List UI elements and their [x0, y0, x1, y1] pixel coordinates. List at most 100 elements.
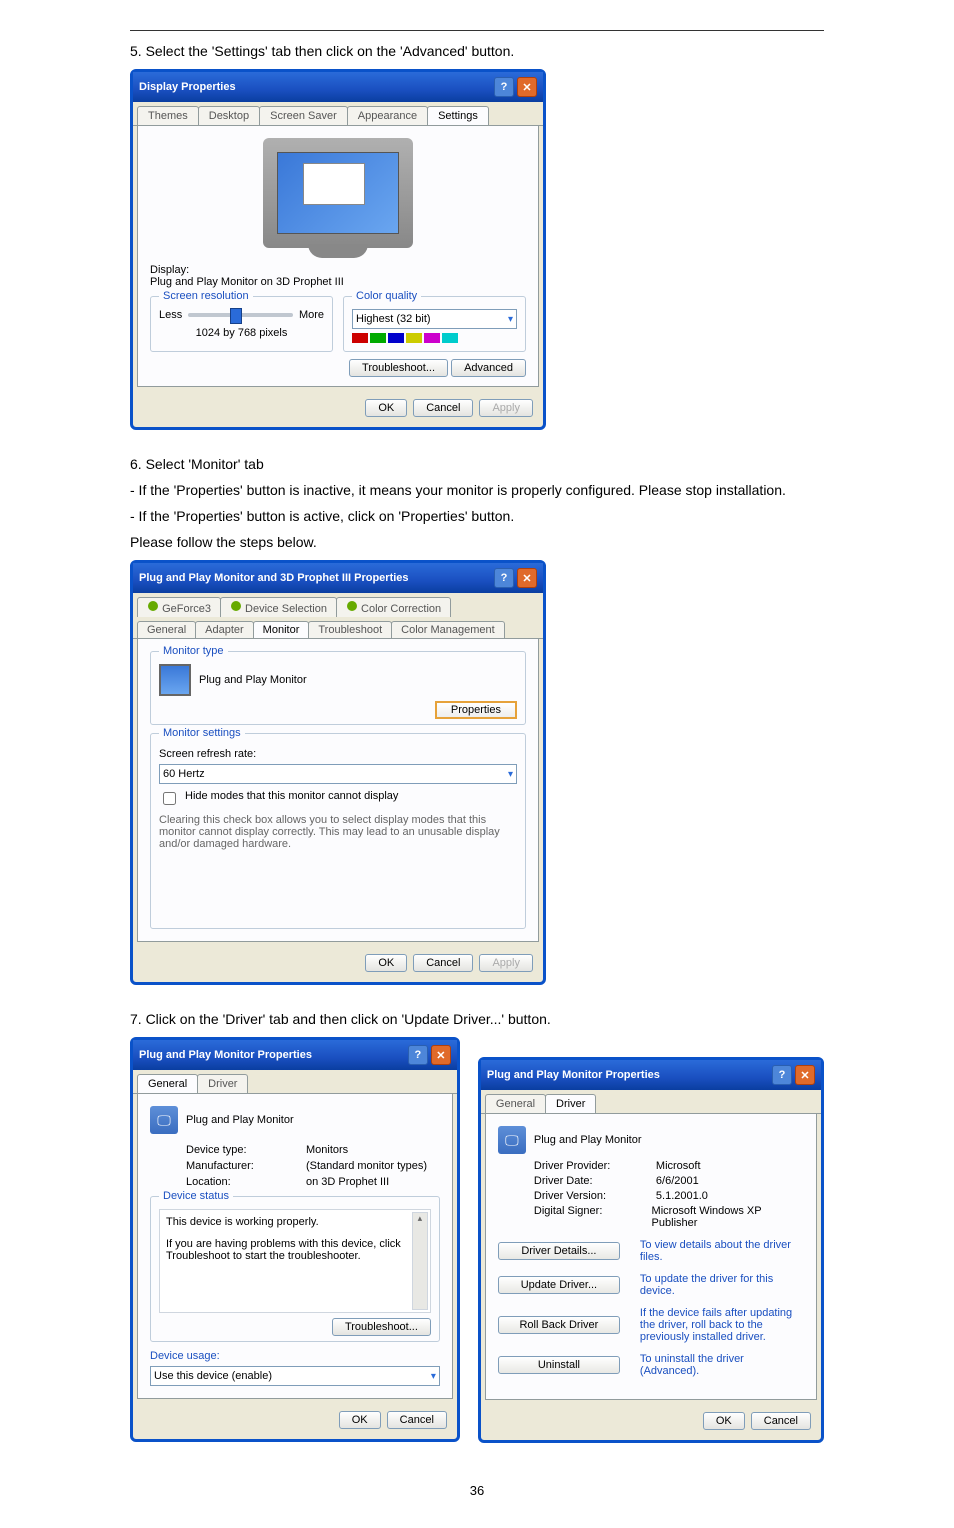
tab-color-correction[interactable]: Color Correction — [336, 597, 451, 617]
tab-desktop[interactable]: Desktop — [198, 106, 260, 125]
update-driver-desc: To update the driver for this device. — [640, 1273, 804, 1297]
monitor-icon — [159, 664, 191, 696]
page-number: 36 — [130, 1483, 824, 1498]
monitor-preview-icon — [263, 138, 413, 248]
tab-driver[interactable]: Driver — [197, 1074, 248, 1093]
display-properties-dialog: Display Properties ? ✕ Themes Desktop Sc… — [130, 69, 546, 430]
tab-driver[interactable]: Driver — [545, 1094, 596, 1113]
device-status-text: This device is working properly. — [166, 1216, 424, 1228]
tab-screensaver[interactable]: Screen Saver — [259, 106, 348, 125]
monitor-properties-dialog: Plug and Play Monitor and 3D Prophet III… — [130, 560, 546, 985]
device-status-help: If you are having problems with this dev… — [166, 1238, 424, 1262]
device-type-label: Device type: — [186, 1144, 286, 1156]
manufacturer-label: Manufacturer: — [186, 1160, 286, 1172]
cancel-button[interactable]: Cancel — [413, 399, 473, 417]
close-icon[interactable]: ✕ — [517, 568, 537, 588]
help-icon[interactable]: ? — [408, 1045, 428, 1065]
monitor-name: Plug and Play Monitor — [199, 674, 307, 686]
tab-adapter[interactable]: Adapter — [195, 621, 254, 638]
step7-text: 7. Click on the 'Driver' tab and then cl… — [130, 1011, 824, 1027]
nvidia-icon — [346, 600, 358, 612]
pnp-general-dialog: Plug and Play Monitor Properties ? ✕ Gen… — [130, 1037, 460, 1442]
tab-geforce3[interactable]: GeForce3 — [137, 597, 221, 617]
driver-provider-value: Microsoft — [656, 1160, 701, 1172]
resolution-slider[interactable] — [188, 313, 293, 317]
properties-button[interactable]: Properties — [435, 701, 517, 719]
screen-resolution-legend: Screen resolution — [159, 290, 253, 302]
cancel-button[interactable]: Cancel — [413, 954, 473, 972]
device-usage-combo[interactable]: Use this device (enable) ▾ — [150, 1366, 440, 1386]
tab-appearance[interactable]: Appearance — [347, 106, 428, 125]
troubleshoot-button[interactable]: Troubleshoot... — [349, 359, 448, 377]
tab-general[interactable]: General — [485, 1094, 546, 1113]
monitor-name: Plug and Play Monitor — [186, 1114, 294, 1126]
ok-button[interactable]: OK — [365, 954, 407, 972]
uninstall-desc: To uninstall the driver (Advanced). — [640, 1353, 804, 1377]
troubleshoot-button[interactable]: Troubleshoot... — [332, 1318, 431, 1336]
chevron-down-icon: ▾ — [508, 314, 513, 325]
help-icon[interactable]: ? — [772, 1065, 792, 1085]
uninstall-button[interactable]: Uninstall — [498, 1356, 620, 1374]
chevron-down-icon: ▾ — [431, 1371, 436, 1382]
tab-device-selection[interactable]: Device Selection — [220, 597, 337, 617]
driver-version-label: Driver Version: — [534, 1190, 644, 1202]
tab-general[interactable]: General — [137, 621, 196, 638]
apply-button: Apply — [479, 954, 533, 972]
display-label: Display: — [150, 264, 526, 276]
tab-general[interactable]: General — [137, 1074, 198, 1093]
monitor-type-legend: Monitor type — [159, 645, 228, 657]
color-swatch-icon — [352, 333, 517, 343]
close-icon[interactable]: ✕ — [795, 1065, 815, 1085]
scrollbar[interactable]: ▴ — [412, 1212, 428, 1310]
hide-modes-desc: Clearing this check box allows you to se… — [159, 814, 517, 850]
driver-version-value: 5.1.2001.0 — [656, 1190, 708, 1202]
tab-themes[interactable]: Themes — [137, 106, 199, 125]
nvidia-icon — [230, 600, 242, 612]
close-icon[interactable]: ✕ — [517, 77, 537, 97]
monitor-settings-legend: Monitor settings — [159, 727, 245, 739]
advanced-button[interactable]: Advanced — [451, 359, 526, 377]
device-usage-value: Use this device (enable) — [154, 1370, 272, 1382]
dialog-title: Display Properties — [139, 81, 236, 93]
color-quality-combo[interactable]: Highest (32 bit) ▾ — [352, 309, 517, 329]
refresh-rate-value: 60 Hertz — [163, 768, 205, 780]
ok-button[interactable]: OK — [703, 1412, 745, 1430]
tab-monitor[interactable]: Monitor — [253, 621, 310, 638]
driver-details-button[interactable]: Driver Details... — [498, 1242, 620, 1260]
dialog-title: Plug and Play Monitor Properties — [487, 1069, 660, 1081]
tab-label: Device Selection — [245, 603, 327, 615]
close-icon[interactable]: ✕ — [431, 1045, 451, 1065]
ok-button[interactable]: OK — [365, 399, 407, 417]
manufacturer-value: (Standard monitor types) — [306, 1160, 427, 1172]
location-value: on 3D Prophet III — [306, 1176, 389, 1188]
device-usage-label: Device usage: — [150, 1350, 440, 1362]
update-driver-button[interactable]: Update Driver... — [498, 1276, 620, 1294]
cancel-button[interactable]: Cancel — [751, 1412, 811, 1430]
color-quality-value: Highest (32 bit) — [356, 313, 431, 325]
hide-modes-label: Hide modes that this monitor cannot disp… — [185, 790, 398, 802]
driver-details-desc: To view details about the driver files. — [640, 1239, 804, 1263]
apply-button: Apply — [479, 399, 533, 417]
step5-text: 5. Select the 'Settings' tab then click … — [130, 43, 824, 59]
step6b-text: - If the 'Properties' button is active, … — [130, 508, 824, 524]
refresh-rate-combo[interactable]: 60 Hertz ▾ — [159, 764, 517, 784]
ok-button[interactable]: OK — [339, 1411, 381, 1429]
cancel-button[interactable]: Cancel — [387, 1411, 447, 1429]
help-icon[interactable]: ? — [494, 77, 514, 97]
tab-troubleshoot[interactable]: Troubleshoot — [308, 621, 392, 638]
color-quality-legend: Color quality — [352, 290, 421, 302]
nvidia-icon — [147, 600, 159, 612]
monitor-icon: 🖵 — [150, 1106, 178, 1134]
rollback-driver-button[interactable]: Roll Back Driver — [498, 1316, 620, 1334]
driver-provider-label: Driver Provider: — [534, 1160, 644, 1172]
tab-label: GeForce3 — [162, 603, 211, 615]
help-icon[interactable]: ? — [494, 568, 514, 588]
tab-color-management[interactable]: Color Management — [391, 621, 505, 638]
device-status-legend: Device status — [159, 1190, 233, 1202]
dialog-title: Plug and Play Monitor and 3D Prophet III… — [139, 572, 409, 584]
tab-settings[interactable]: Settings — [427, 106, 489, 125]
hide-modes-checkbox[interactable] — [163, 792, 176, 805]
digital-signer-label: Digital Signer: — [534, 1205, 640, 1229]
digital-signer-value: Microsoft Windows XP Publisher — [652, 1205, 804, 1229]
tab-bar: Themes Desktop Screen Saver Appearance S… — [133, 102, 543, 126]
